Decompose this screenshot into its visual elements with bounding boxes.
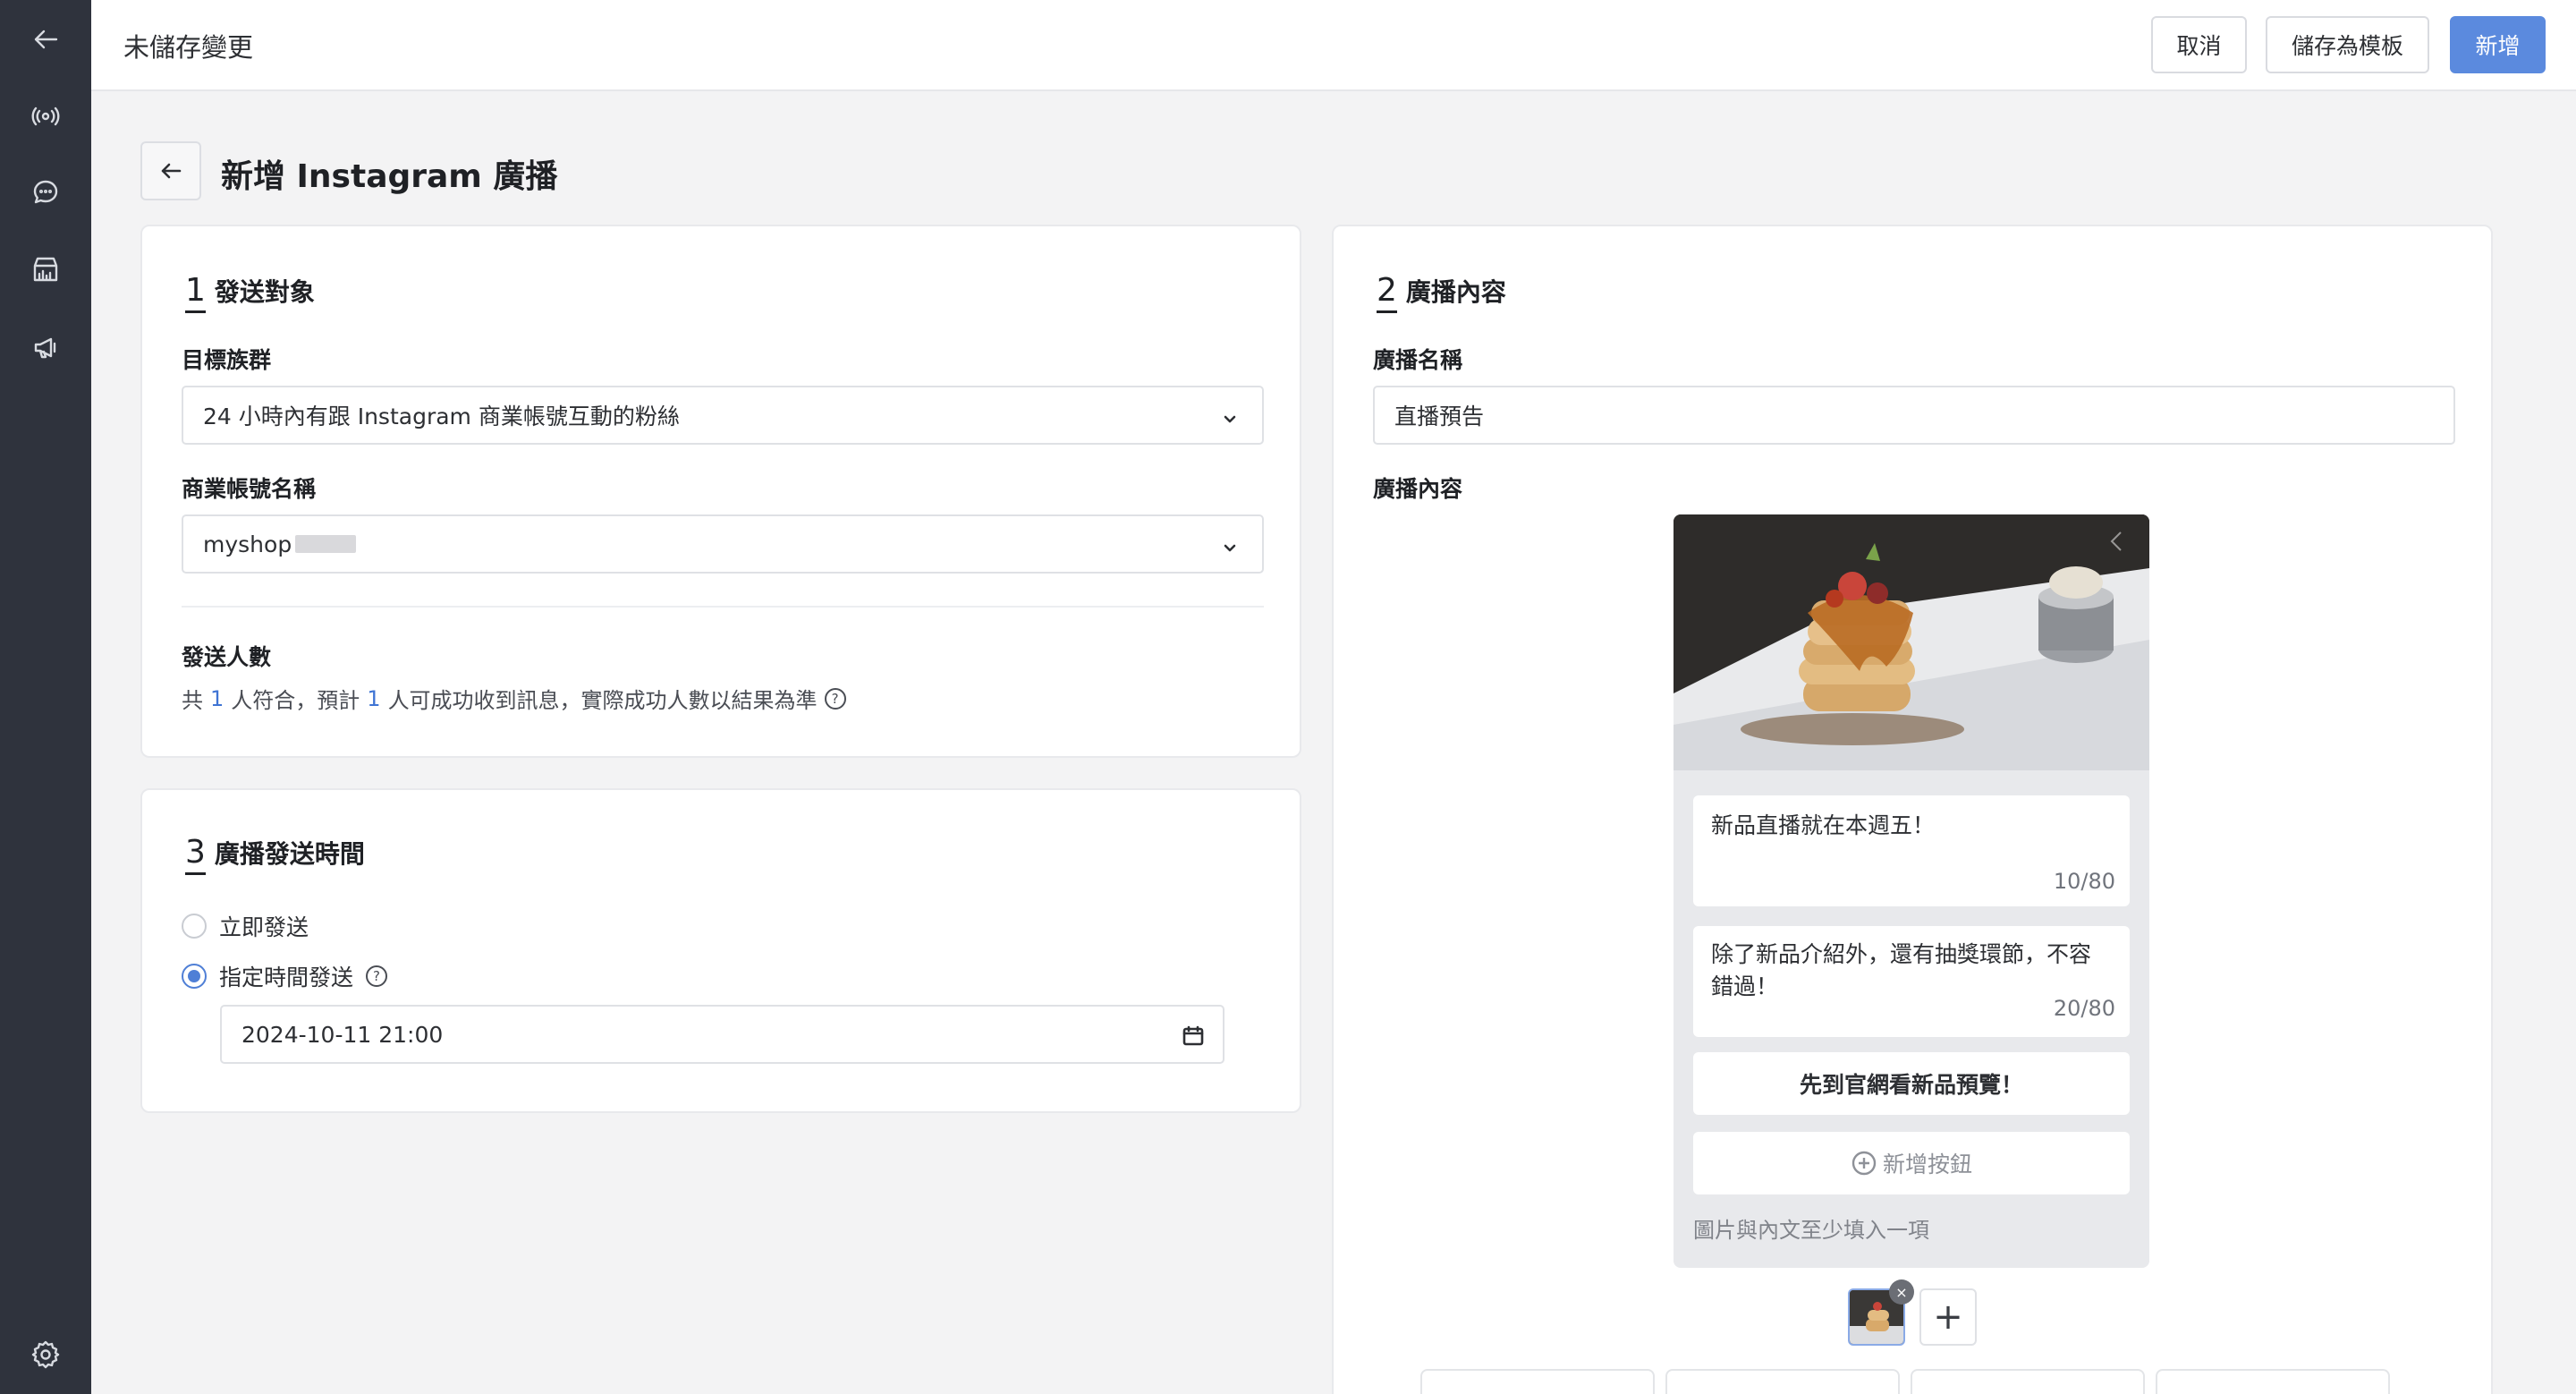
cancel-button[interactable]: 取消 — [2151, 16, 2247, 73]
create-button[interactable]: 新增 — [2450, 16, 2546, 73]
chevron-down-icon — [1221, 536, 1239, 554]
send-count-description: 共 1 人符合，預計 1 人可成功收到訊息，實際成功人數以結果為準 ? — [182, 683, 846, 714]
top-bar: 未儲存變更 取消 儲存為模板 新增 — [91, 0, 2576, 91]
broadcast-name-label: 廣播名稱 — [1373, 347, 1463, 373]
help-icon[interactable]: ? — [824, 687, 846, 710]
broadcast-icon[interactable] — [24, 95, 67, 138]
audience-section-title: 1 發送對象 — [185, 273, 315, 313]
redacted-text — [295, 535, 357, 553]
target-audience-label: 目標族群 — [182, 347, 272, 373]
count-total: 1 — [210, 685, 225, 711]
preview-image[interactable] — [1674, 514, 2149, 770]
bubble-1-text: 新品直播就在本週五！ — [1711, 812, 1936, 838]
chat-icon[interactable] — [24, 171, 67, 214]
sidebar — [0, 0, 91, 1394]
send-count-label: 發送人數 — [182, 644, 272, 670]
unsaved-changes-title: 未儲存變更 — [123, 32, 254, 63]
back-arrow-icon — [161, 163, 182, 179]
section-title-text: 廣播發送時間 — [214, 839, 365, 869]
remove-thumbnail-button[interactable]: × — [1889, 1279, 1914, 1305]
send-scheduled-label: 指定時間發送 — [219, 965, 354, 990]
count-prefix: 共 — [182, 688, 203, 713]
store-icon[interactable] — [24, 248, 67, 291]
send-scheduled-radio[interactable]: 指定時間發送 ? — [182, 960, 388, 992]
divider — [182, 606, 1264, 608]
target-audience-value: 24 小時內有跟 Instagram 商業帳號互動的粉絲 — [203, 404, 680, 429]
content-section-title: 2 廣播內容 — [1377, 273, 1506, 313]
help-icon[interactable]: ? — [366, 965, 388, 987]
datetime-picker[interactable]: 2024-10-11 21:00 — [220, 1005, 1224, 1064]
text-bubble-2[interactable]: 除了新品介紹外，還有抽獎環節，不容錯過！ 20/80 — [1693, 926, 2130, 1037]
broadcast-name-value: 直播預告 — [1394, 404, 1485, 429]
bubble-2-text: 除了新品介紹外，還有抽獎環節，不容錯過！ — [1711, 941, 2092, 999]
calendar-icon[interactable] — [1182, 1024, 1205, 1048]
send-now-label: 立即發送 — [219, 914, 309, 940]
template-tab[interactable] — [2156, 1369, 2390, 1394]
back-arrow-icon[interactable] — [24, 18, 67, 61]
page-title: 新增 Instagram 廣播 — [221, 158, 558, 195]
add-media-button[interactable]: + — [1919, 1288, 1977, 1346]
bubble-1-counter: 10/80 — [2053, 869, 2115, 894]
bubble-2-counter: 20/80 — [2053, 996, 2115, 1021]
page-back-button[interactable] — [140, 141, 201, 200]
pancake-photo — [1674, 514, 2149, 770]
section-number: 1 — [185, 273, 206, 313]
count-success: 1 — [367, 685, 381, 711]
target-audience-select[interactable]: 24 小時內有跟 Instagram 商業帳號互動的粉絲 — [182, 386, 1264, 445]
template-tab[interactable] — [1911, 1369, 2145, 1394]
radio-button-selected[interactable] — [182, 964, 207, 989]
template-tab[interactable] — [1665, 1369, 1900, 1394]
plus-circle-icon — [1852, 1151, 1877, 1176]
message-preview: 新品直播就在本週五！ 10/80 除了新品介紹外，還有抽獎環節，不容錯過！ 20… — [1674, 514, 2149, 1268]
count-suffix: 人可成功收到訊息，實際成功人數以結果為準 — [387, 688, 818, 713]
send-now-radio[interactable]: 立即發送 — [182, 910, 309, 942]
datetime-value: 2024-10-11 21:00 — [242, 1021, 444, 1048]
add-button[interactable]: 新增按鈕 — [1693, 1132, 2130, 1194]
text-bubble-1[interactable]: 新品直播就在本週五！ 10/80 — [1693, 795, 2130, 906]
radio-button[interactable] — [182, 914, 207, 939]
section-number: 2 — [1377, 273, 1397, 313]
account-name-value: myshop — [203, 531, 292, 557]
section-title-text: 廣播內容 — [1405, 277, 1506, 307]
audience-card: 1 發送對象 目標族群 24 小時內有跟 Instagram 商業帳號互動的粉絲… — [140, 225, 1301, 758]
broadcast-name-input[interactable]: 直播預告 — [1373, 386, 2455, 445]
add-button-label: 新增按鈕 — [1882, 1152, 1972, 1177]
count-mid: 人符合，預計 — [231, 688, 360, 713]
section-title-text: 發送對象 — [214, 277, 315, 307]
cta-button[interactable]: 先到官網看新品預覽！ — [1693, 1052, 2130, 1115]
gear-icon[interactable] — [24, 1333, 67, 1376]
schedule-card: 3 廣播發送時間 立即發送 指定時間發送 ? 2024-10-11 21:00 — [140, 788, 1301, 1113]
preview-hint: 圖片與內文至少填入一項 — [1693, 1218, 1929, 1243]
account-name-label: 商業帳號名稱 — [182, 476, 317, 502]
chevron-down-icon — [1221, 407, 1239, 425]
section-number: 3 — [185, 835, 206, 875]
save-as-template-button[interactable]: 儲存為模板 — [2266, 16, 2429, 73]
megaphone-icon[interactable] — [24, 326, 67, 369]
account-name-select[interactable]: myshop — [182, 514, 1264, 574]
template-tab[interactable] — [1420, 1369, 1655, 1394]
schedule-section-title: 3 廣播發送時間 — [185, 835, 365, 875]
broadcast-content-label: 廣播內容 — [1373, 476, 1463, 502]
